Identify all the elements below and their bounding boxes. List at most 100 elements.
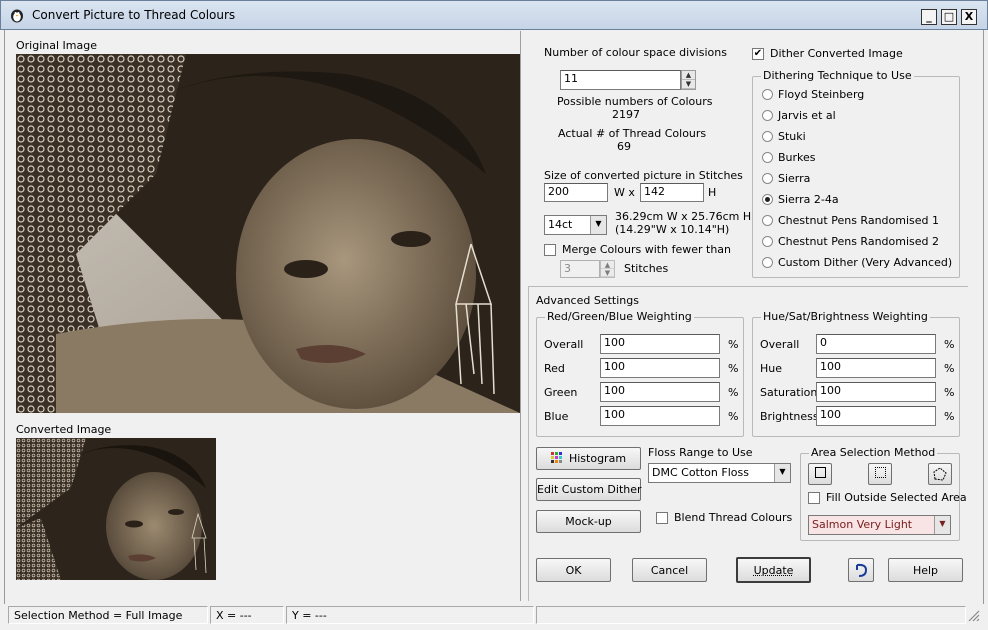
dither-option-radio[interactable] <box>762 236 773 247</box>
chevron-down-icon[interactable]: ▼ <box>774 464 790 482</box>
floss-range-value: DMC Cotton Floss <box>652 466 749 479</box>
dither-option-label: Chestnut Pens Randomised 1 <box>778 214 939 227</box>
spin-up-icon[interactable]: ▲ <box>601 261 614 269</box>
chevron-down-icon[interactable]: ▼ <box>934 516 950 534</box>
freeform-select-button[interactable] <box>928 463 952 485</box>
width-input[interactable]: 200 <box>544 183 608 202</box>
status-selection-method: Selection Method = Full Image <box>8 606 208 624</box>
fill-colour-select[interactable]: Salmon Very Light ▼ <box>808 515 951 535</box>
height-h-label: H <box>708 186 717 199</box>
rgb-row-input[interactable]: 100 <box>600 334 720 354</box>
dither-option-radio[interactable] <box>762 215 773 226</box>
fabric-count-value: 14ct <box>548 218 573 231</box>
dither-option-radio[interactable] <box>762 152 773 163</box>
dither-label: Dither Converted Image <box>770 47 903 60</box>
blend-label: Blend Thread Colours <box>674 511 793 524</box>
actual-colours-label: Actual # of Thread Colours <box>558 127 707 140</box>
dither-option-label: Jarvis et al <box>778 109 836 122</box>
converted-image[interactable] <box>16 438 216 580</box>
marquee-select-button[interactable] <box>868 463 892 485</box>
rgb-row-input[interactable]: 100 <box>600 358 720 378</box>
minimize-button[interactable]: _ <box>921 9 937 25</box>
dither-option-radio[interactable] <box>762 131 773 142</box>
panel-divider <box>520 31 521 601</box>
dither-technique-title: Dithering Technique to Use <box>761 69 914 82</box>
status-empty-panel <box>536 606 966 624</box>
hsb-row-input[interactable]: 0 <box>816 334 936 354</box>
floss-range-select[interactable]: DMC Cotton Floss ▼ <box>648 463 791 483</box>
dither-option-label: Burkes <box>778 151 816 164</box>
dither-option-label: Floyd Steinberg <box>778 88 865 101</box>
dither-option-label: Sierra <box>778 172 811 185</box>
advanced-divider <box>528 286 968 287</box>
dither-option-radio[interactable] <box>762 173 773 184</box>
dither-checkbox[interactable]: ✔ <box>752 48 764 60</box>
divisions-spinner[interactable]: ▲ ▼ <box>681 70 696 90</box>
hsb-percent-label: % <box>944 338 955 351</box>
dither-option-label: Stuki <box>778 130 806 143</box>
spin-down-icon[interactable]: ▼ <box>601 269 614 277</box>
dither-option-label: Custom Dither (Very Advanced) <box>778 256 953 269</box>
converted-portrait-thumbnail <box>16 438 216 580</box>
spin-up-icon[interactable]: ▲ <box>682 71 695 80</box>
window-title: Convert Picture to Thread Colours <box>32 8 236 22</box>
converted-image-label: Converted Image <box>16 423 112 436</box>
cancel-button[interactable]: Cancel <box>632 558 707 582</box>
status-y-coordinate: Y = --- <box>286 606 534 624</box>
original-image-label: Original Image <box>16 39 97 52</box>
floss-range-label: Floss Range to Use <box>648 446 753 459</box>
size-label: Size of converted picture in Stitches <box>544 169 743 182</box>
ok-button[interactable]: OK <box>536 558 611 582</box>
update-button[interactable]: Update <box>736 557 811 583</box>
chevron-down-icon[interactable]: ▼ <box>590 216 606 234</box>
dither-option-radio[interactable] <box>762 110 773 121</box>
rgb-row-input[interactable]: 100 <box>600 382 720 402</box>
dither-option-radio[interactable] <box>762 194 773 205</box>
rgb-row-label: Green <box>544 386 578 399</box>
freeform-select-icon <box>933 467 947 481</box>
marquee-select-icon <box>874 467 886 478</box>
spin-down-icon[interactable]: ▼ <box>682 80 695 89</box>
maximize-button[interactable]: □ <box>941 9 957 25</box>
hsb-row-input[interactable]: 100 <box>816 358 936 378</box>
hsb-row-label: Overall <box>760 338 800 351</box>
rgb-weighting-title: Red/Green/Blue Weighting <box>545 310 694 323</box>
original-portrait-photo <box>16 54 520 413</box>
hsb-row-input[interactable]: 100 <box>816 406 936 426</box>
dither-option-radio[interactable] <box>762 89 773 100</box>
possible-colours-value: 2197 <box>612 108 640 121</box>
edit-custom-dither-button[interactable]: Edit Custom Dither <box>536 478 642 501</box>
merge-threshold-input[interactable]: 3 <box>560 260 600 278</box>
divisions-label: Number of colour space divisions <box>544 46 727 59</box>
mockup-button[interactable]: Mock-up <box>536 510 641 533</box>
divisions-input[interactable]: 11 <box>560 70 681 90</box>
rectangle-select-icon <box>814 467 826 478</box>
merge-unit-label: Stitches <box>624 262 669 275</box>
histogram-button[interactable]: Histogram <box>536 447 641 470</box>
hsb-row-label: Hue <box>760 362 783 375</box>
rgb-percent-label: % <box>728 362 739 375</box>
status-x-coordinate: X = --- <box>210 606 284 624</box>
blend-checkbox[interactable] <box>656 512 668 524</box>
dither-option-label: Chestnut Pens Randomised 2 <box>778 235 939 248</box>
merge-checkbox[interactable] <box>544 244 556 256</box>
rgb-row-label: Overall <box>544 338 584 351</box>
dither-option-radio[interactable] <box>762 257 773 268</box>
rgb-row-input[interactable]: 100 <box>600 406 720 426</box>
hsb-row-input[interactable]: 100 <box>816 382 936 402</box>
original-image[interactable] <box>16 54 520 413</box>
undo-arrow-icon <box>856 563 868 577</box>
undo-button[interactable] <box>848 558 874 582</box>
merge-spinner[interactable]: ▲ ▼ <box>600 260 615 278</box>
fill-outside-checkbox[interactable] <box>808 492 820 504</box>
advanced-left-border <box>528 286 529 601</box>
close-button[interactable]: X <box>961 9 977 25</box>
fill-colour-value: Salmon Very Light <box>812 518 913 531</box>
title-bar[interactable]: Convert Picture to Thread Colours _ □ X <box>0 0 988 30</box>
fabric-count-select[interactable]: 14ct ▼ <box>544 215 607 235</box>
rectangle-select-button[interactable] <box>808 463 832 485</box>
height-input[interactable]: 142 <box>640 183 704 202</box>
dither-option-label: Sierra 2-4a <box>778 193 839 206</box>
help-button[interactable]: Help <box>888 558 963 582</box>
resize-grip-icon[interactable] <box>968 610 980 622</box>
